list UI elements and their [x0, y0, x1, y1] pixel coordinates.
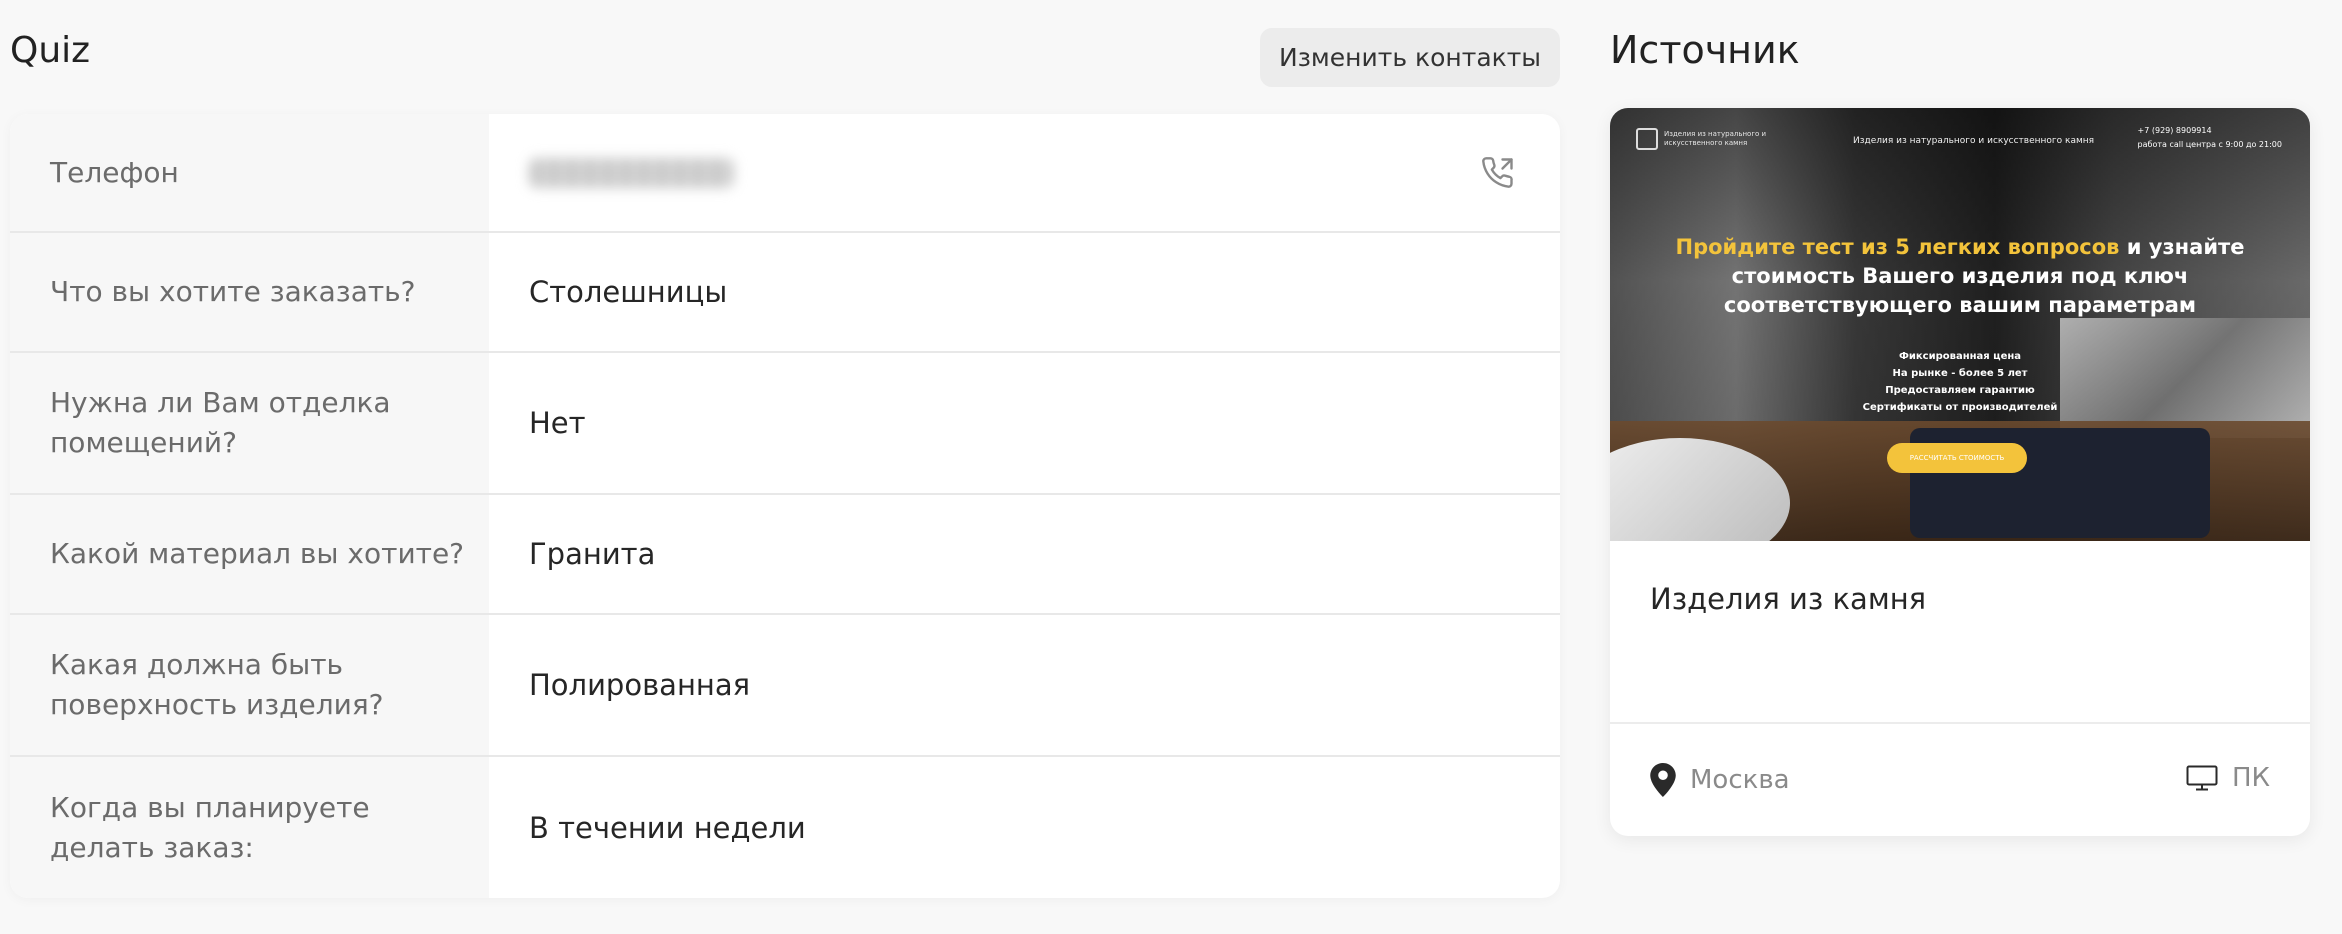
edit-contacts-button[interactable]: Изменить контакты	[1260, 28, 1560, 87]
preview-logo-icon	[1636, 128, 1658, 150]
preview-bullets: Фиксированная цена На рынке - более 5 ле…	[1610, 348, 2310, 416]
quiz-row-value: В течении недели	[529, 810, 806, 845]
preview-hours: работа call центра с 9:00 до 21:00	[2137, 140, 2282, 149]
preview-header-text: Изделия из натурального и искусственного…	[1853, 136, 2095, 146]
landing-preview-image[interactable]: Изделия из натурального и искусственного…	[1610, 108, 2310, 541]
page-title: Quiz	[10, 30, 91, 71]
source-card[interactable]: Изделия из натурального и искусственного…	[1610, 108, 2310, 836]
source-name: Изделия из камня	[1650, 582, 1927, 616]
source-location: Москва	[1650, 763, 1790, 797]
quiz-answers-card: Телефон Что вы хотите заказать? Столешни…	[10, 114, 1560, 898]
preview-contacts: +7 (929) 8909914 работа call центра с 9:…	[2138, 124, 2282, 152]
quiz-row-label: Какой материал вы хотите?	[50, 537, 465, 570]
preview-bullet: На рынке - более 5 лет	[1892, 368, 2028, 379]
quiz-row-value: Полированная	[529, 668, 751, 702]
preview-bullet: Фиксированная цена	[1898, 351, 2022, 362]
preview-phone: +7 (929) 8909914	[2137, 126, 2212, 135]
quiz-row-label: Телефон	[50, 155, 179, 189]
quiz-row-phone: Телефон	[10, 114, 1560, 233]
source-device: ПК	[2186, 763, 2270, 793]
preview-bullet: Предоставляем гарантию	[1885, 385, 2035, 396]
quiz-row-label: Что вы хотите заказать?	[50, 275, 416, 308]
preview-headline-highlight: Пройдите тест из 5 легких вопросов	[1675, 235, 2120, 259]
quiz-row-value: Столешницы	[529, 275, 728, 309]
quiz-row: Какая должна быть поверхность изделия? П…	[10, 615, 1560, 757]
source-title: Источник	[1610, 28, 1800, 72]
quiz-row-label: Когда вы планируете делать заказ:	[50, 790, 370, 864]
divider	[1610, 722, 2310, 724]
device-label: ПК	[2231, 763, 2270, 793]
call-icon[interactable]	[1480, 155, 1516, 191]
quiz-row: Когда вы планируете делать заказ: В тече…	[10, 757, 1560, 898]
preview-logo-text: Изделия из натурального и искусственного…	[1664, 130, 1767, 147]
location-label: Москва	[1690, 765, 1790, 795]
quiz-row: Какой материал вы хотите? Гранита	[10, 495, 1560, 615]
quiz-row-value: Нет	[529, 406, 586, 440]
desktop-icon	[2186, 765, 2218, 791]
location-pin-icon	[1650, 763, 1676, 797]
preview-cta-button: РАССЧИТАТЬ СТОИМОСТЬ	[1887, 443, 2027, 473]
phone-value-blurred	[529, 157, 734, 188]
quiz-row: Нужна ли Вам отделка помещений? Нет	[10, 353, 1560, 495]
preview-headline: Пройдите тест из 5 легких вопросов и узн…	[1650, 233, 2270, 320]
preview-bullet: Сертификаты от производителей	[1862, 402, 2058, 413]
quiz-row-label: Какая должна быть поверхность изделия?	[50, 648, 384, 721]
quiz-row: Что вы хотите заказать? Столешницы	[10, 233, 1560, 353]
quiz-row-value: Гранита	[529, 537, 656, 571]
quiz-row-label: Нужна ли Вам отделка помещений?	[50, 386, 391, 459]
